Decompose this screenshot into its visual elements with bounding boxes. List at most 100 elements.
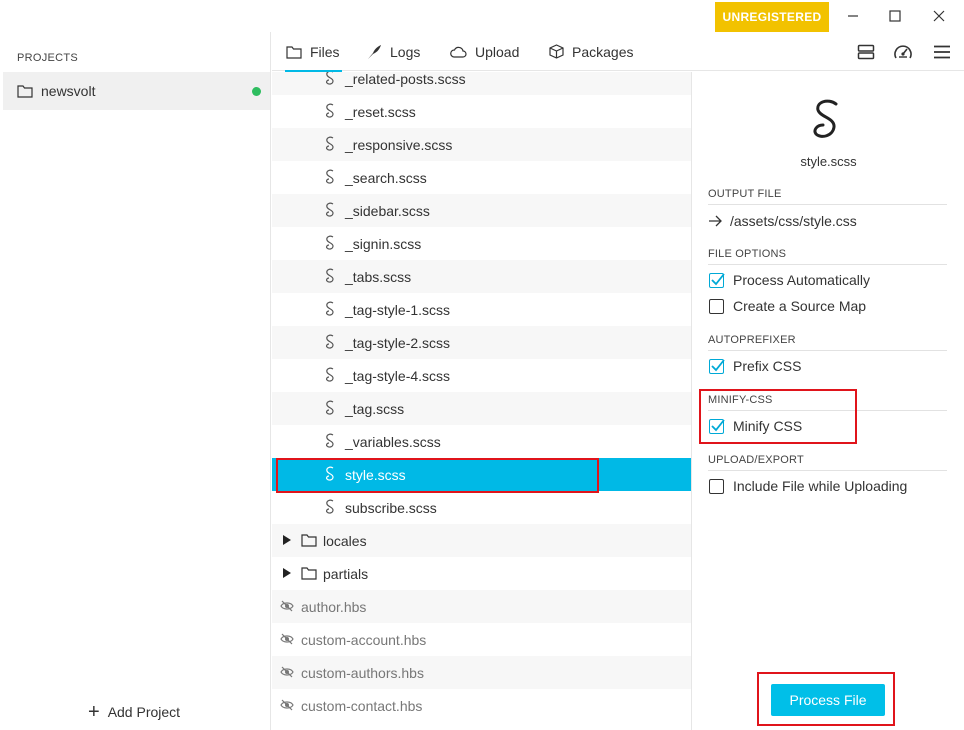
file-list: _related-posts.scss _reset.scss _respons… bbox=[272, 72, 692, 730]
file-row[interactable]: _tabs.scss bbox=[272, 260, 691, 293]
tab-logs[interactable]: Logs bbox=[366, 32, 420, 71]
project-name: newsvolt bbox=[41, 83, 96, 99]
file-name: _reset.scss bbox=[345, 103, 416, 120]
output-path[interactable]: /assets/css/style.css bbox=[708, 213, 857, 229]
eye-slash-icon bbox=[280, 666, 294, 678]
file-row[interactable]: _sidebar.scss bbox=[272, 194, 691, 227]
project-status-dot bbox=[252, 87, 261, 96]
layout-toggle-button[interactable] bbox=[854, 40, 878, 64]
sass-icon bbox=[326, 268, 334, 283]
sass-icon bbox=[326, 301, 334, 316]
file-row[interactable]: _tag-style-4.scss bbox=[272, 359, 691, 392]
file-name: _tabs.scss bbox=[345, 268, 412, 285]
file-name: _variables.scss bbox=[345, 433, 441, 450]
file-row[interactable]: custom-account.hbs bbox=[272, 623, 691, 656]
expand-arrow-icon[interactable] bbox=[282, 535, 291, 545]
close-icon bbox=[933, 10, 945, 22]
tab-files[interactable]: Files bbox=[285, 32, 342, 72]
file-name: custom-authors.hbs bbox=[301, 664, 424, 681]
divider bbox=[708, 204, 947, 205]
selected-file-name: style.scss bbox=[800, 154, 857, 169]
file-row[interactable]: author.hbs bbox=[272, 590, 691, 623]
highlight-selected-file bbox=[276, 458, 599, 493]
process-automatically-checkbox[interactable] bbox=[709, 272, 725, 288]
folder-row[interactable]: locales bbox=[272, 524, 691, 557]
file-row[interactable]: _tag-style-1.scss bbox=[272, 293, 691, 326]
include-upload-option[interactable]: Include File while Uploading bbox=[709, 478, 907, 494]
dashboard-button[interactable] bbox=[891, 40, 915, 64]
menu-button[interactable] bbox=[930, 40, 954, 64]
expand-arrow-icon[interactable] bbox=[282, 568, 291, 578]
file-row[interactable]: custom-contact.hbs bbox=[272, 689, 691, 722]
sass-icon bbox=[326, 367, 334, 382]
prefix-css-option[interactable]: Prefix CSS bbox=[709, 358, 801, 374]
dashboard-icon bbox=[894, 45, 912, 59]
tab-packages[interactable]: Packages bbox=[549, 32, 633, 71]
sass-icon bbox=[326, 103, 334, 118]
close-button[interactable] bbox=[924, 4, 954, 28]
minimize-button[interactable] bbox=[838, 4, 868, 28]
projects-heading: PROJECTS bbox=[17, 52, 79, 64]
file-row[interactable]: _related-posts.scss bbox=[272, 72, 691, 95]
file-row[interactable]: _signin.scss bbox=[272, 227, 691, 260]
file-name: _sidebar.scss bbox=[345, 202, 430, 219]
file-name: _tag-style-1.scss bbox=[345, 301, 451, 318]
source-map-label: Create a Source Map bbox=[733, 298, 867, 314]
sass-logo-icon bbox=[813, 99, 838, 138]
folder-icon bbox=[301, 567, 317, 580]
file-row[interactable]: _responsive.scss bbox=[272, 128, 691, 161]
include-upload-checkbox[interactable] bbox=[709, 478, 724, 494]
upload-export-label: UPLOAD/EXPORT bbox=[708, 454, 804, 466]
file-row[interactable]: _search.scss bbox=[272, 161, 691, 194]
folder-row[interactable]: partials bbox=[272, 557, 691, 590]
package-icon bbox=[549, 44, 564, 59]
source-map-checkbox[interactable] bbox=[709, 298, 724, 314]
file-row[interactable]: _tag-style-2.scss bbox=[272, 326, 691, 359]
file-row[interactable]: _variables.scss bbox=[272, 425, 691, 458]
tab-logs-label: Logs bbox=[390, 43, 421, 60]
folder-icon bbox=[301, 534, 317, 547]
sass-icon bbox=[326, 334, 334, 349]
file-row[interactable]: custom-authors.hbs bbox=[272, 656, 691, 689]
prefix-css-checkbox[interactable] bbox=[709, 358, 725, 374]
sass-icon bbox=[326, 169, 334, 184]
process-automatically-label: Process Automatically bbox=[733, 272, 870, 288]
divider bbox=[708, 350, 947, 351]
file-name: _tag.scss bbox=[345, 400, 405, 417]
add-project-button[interactable]: + Add Project bbox=[88, 702, 180, 722]
sass-icon bbox=[326, 433, 334, 448]
project-item-newsvolt[interactable]: newsvolt bbox=[3, 72, 270, 110]
process-automatically-option[interactable]: Process Automatically bbox=[709, 272, 870, 288]
sass-icon bbox=[326, 72, 334, 85]
file-name: _search.scss bbox=[345, 169, 427, 186]
layout-icon bbox=[857, 44, 875, 60]
highlight-minify-css bbox=[699, 389, 857, 444]
tab-files-label: Files bbox=[310, 43, 340, 60]
arrow-right-icon bbox=[709, 215, 722, 227]
file-options-label: FILE OPTIONS bbox=[708, 248, 787, 260]
source-map-option[interactable]: Create a Source Map bbox=[709, 298, 866, 314]
folder-name: partials bbox=[323, 565, 369, 582]
output-file-label: OUTPUT FILE bbox=[708, 188, 782, 200]
unregistered-badge[interactable]: UNREGISTERED bbox=[715, 2, 829, 32]
folder-icon bbox=[286, 45, 302, 59]
maximize-button[interactable] bbox=[880, 4, 910, 28]
sass-icon bbox=[326, 202, 334, 217]
file-name: custom-account.hbs bbox=[301, 631, 427, 648]
cloud-icon bbox=[450, 46, 467, 58]
include-upload-label: Include File while Uploading bbox=[733, 478, 908, 494]
divider bbox=[708, 470, 947, 471]
file-row[interactable]: subscribe.scss bbox=[272, 491, 691, 524]
file-row[interactable]: _reset.scss bbox=[272, 95, 691, 128]
file-name: _responsive.scss bbox=[345, 136, 453, 153]
sass-icon bbox=[326, 235, 334, 250]
plus-icon: + bbox=[88, 701, 100, 723]
sass-icon bbox=[326, 499, 334, 514]
sass-icon bbox=[326, 136, 334, 151]
tab-bar: Files Logs Upload Packages bbox=[272, 32, 964, 72]
file-row[interactable]: _tag.scss bbox=[272, 392, 691, 425]
highlight-process-file bbox=[757, 672, 895, 726]
file-name: author.hbs bbox=[301, 598, 367, 615]
tab-upload[interactable]: Upload bbox=[450, 32, 519, 71]
folder-icon bbox=[17, 85, 33, 98]
